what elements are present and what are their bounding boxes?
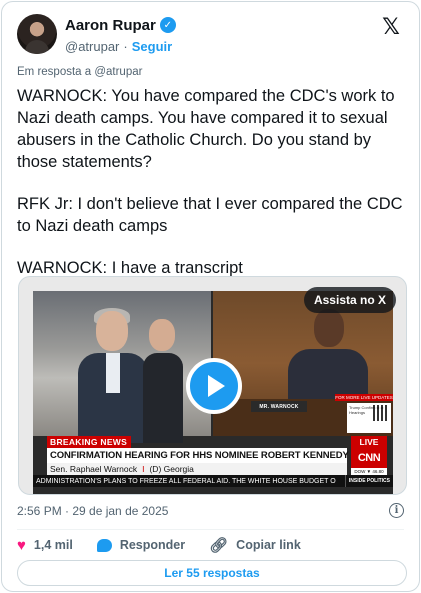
- action-bar: ♥ 1,4 mil Responder 🔗︎ Copiar link: [17, 535, 404, 555]
- reply-context: Em resposta a @atrupar: [17, 66, 143, 78]
- link-icon: 🔗︎: [209, 536, 229, 554]
- broadcast-lower-third: BREAKING NEWS LIVE CONFIRMATION HEARING …: [33, 436, 393, 494]
- video-player[interactable]: MR. WARNOCK FOR MORE LIVE UPDATES Trump …: [18, 276, 407, 495]
- reply-button[interactable]: Responder: [96, 538, 186, 552]
- news-ticker: ADMINISTRATION'S PLANS TO FREEZE ALL FED…: [33, 475, 393, 487]
- separator-dot: ·: [123, 38, 128, 54]
- qr-code-panel: Trump Confirmation Hearings: [347, 403, 391, 433]
- tweet-header: Aaron Rupar ✓ @atrupar · Seguir 𝕏: [17, 14, 404, 58]
- show-name: INSIDE POLITICS: [344, 475, 393, 487]
- dow-ticker: DOW ▼ 46.80: [351, 468, 387, 475]
- author-name[interactable]: Aaron Rupar: [65, 17, 156, 34]
- tweet-paragraph: WARNOCK: You have compared the CDC's wor…: [17, 87, 395, 171]
- like-count: 1,4 mil: [33, 538, 73, 552]
- reply-bubble-icon: [96, 538, 112, 552]
- author-info: Aaron Rupar ✓ @atrupar · Seguir: [65, 15, 176, 56]
- qr-code-icon: [373, 405, 389, 421]
- video-scene-left: [33, 291, 211, 443]
- copy-link-label: Copiar link: [236, 538, 301, 552]
- timestamp-row: 2:56 PM · 29 de jan de 2025 i: [17, 502, 404, 520]
- tweet-text: WARNOCK: You have compared the CDC's wor…: [17, 85, 407, 299]
- like-button[interactable]: ♥ 1,4 mil: [17, 538, 73, 553]
- reply-label: Responder: [119, 538, 186, 552]
- x-logo-icon[interactable]: 𝕏: [380, 16, 402, 38]
- divider: [17, 529, 404, 530]
- speaker-state: (D) Georgia: [149, 464, 194, 474]
- speaker-name: Sen. Raphael Warnock: [50, 464, 138, 474]
- tweet-card: Aaron Rupar ✓ @atrupar · Seguir 𝕏 Em res…: [1, 1, 420, 592]
- info-icon[interactable]: i: [389, 503, 404, 518]
- author-name-row: Aaron Rupar ✓: [65, 15, 176, 35]
- tweet-paragraph: RFK Jr: I don't believe that I ever comp…: [17, 195, 403, 235]
- broadcast-headline: CONFIRMATION HEARING FOR HHS NOMINEE ROB…: [47, 448, 366, 463]
- broadcast-subline: Sen. Raphael Warnock I (D) Georgia: [47, 463, 347, 475]
- heart-icon: ♥: [17, 536, 26, 554]
- speaker-figure: [78, 308, 148, 443]
- play-button[interactable]: [186, 358, 242, 414]
- copy-link-button[interactable]: 🔗︎ Copiar link: [209, 538, 301, 553]
- watch-on-x-button[interactable]: Assista no X: [303, 287, 396, 313]
- author-handle[interactable]: @atrupar: [65, 39, 119, 54]
- live-badge: LIVE: [351, 436, 387, 448]
- background-figure: [143, 319, 183, 443]
- play-icon: [208, 375, 225, 397]
- more-updates-banner: FOR MORE LIVE UPDATES: [335, 394, 393, 401]
- read-replies-button[interactable]: Ler 55 respostas: [17, 560, 407, 586]
- follow-button[interactable]: Seguir: [132, 39, 172, 54]
- nameplate: MR. WARNOCK: [251, 401, 307, 412]
- author-avatar[interactable]: [17, 14, 57, 54]
- cnn-logo-icon: CNN: [351, 448, 387, 468]
- tweet-timestamp[interactable]: 2:56 PM · 29 de jan de 2025: [17, 504, 168, 518]
- author-handle-row: @atrupar · Seguir: [65, 36, 176, 56]
- ticker-text: ADMINISTRATION'S PLANS TO FREEZE ALL FED…: [36, 477, 336, 485]
- breaking-news-label: BREAKING NEWS: [47, 436, 131, 448]
- verified-badge-icon: ✓: [159, 17, 176, 33]
- subline-separator: I: [142, 464, 145, 474]
